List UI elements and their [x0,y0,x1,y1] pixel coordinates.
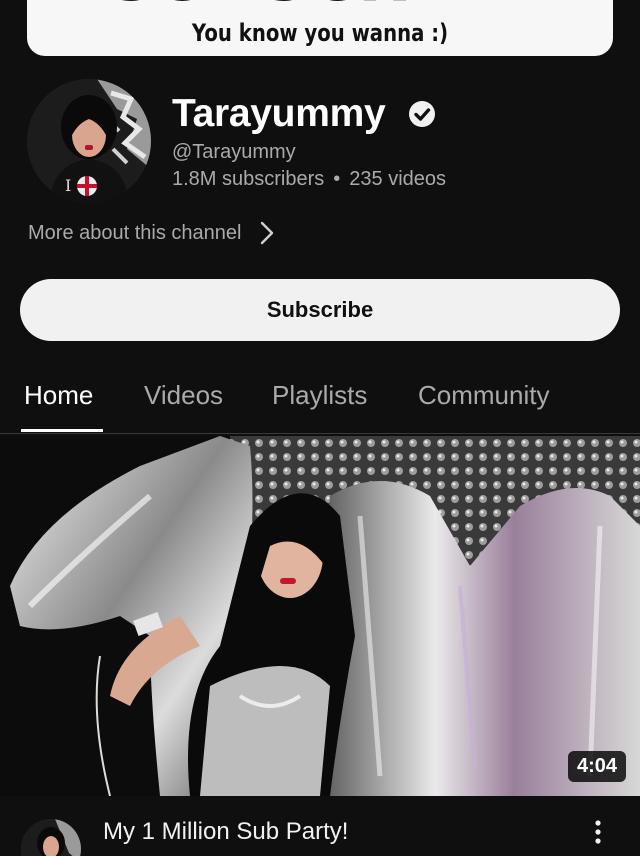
subscriber-count: 1.8M subscribers [172,168,325,190]
channel-stats: 1.8M subscribers • 235 videos [172,168,446,191]
video-channel-avatar[interactable] [21,819,81,856]
separator-dot: • [333,168,341,190]
more-about-channel-link[interactable]: More about this channel [28,220,275,246]
channel-banner[interactable]: SUBSCRIBE You know you wanna :) [27,0,613,56]
banner-subscribe-text: SUBSCRIBE [27,0,613,16]
tab-playlists[interactable]: Playlists [272,380,367,411]
channel-tabs: Home Videos Playlists Community [0,364,640,434]
video-count: 235 videos [349,168,447,190]
avatar-image: I [27,79,151,203]
channel-handle: @Tarayummy [172,141,296,163]
featured-video-info[interactable]: My 1 Million Sub Party! [0,796,640,856]
svg-text:I: I [65,176,71,195]
thumbnail-image [0,436,640,796]
more-about-label: More about this channel [28,221,242,244]
verified-check-icon [409,101,435,127]
channel-name: Tarayummy [172,92,386,135]
active-tab-indicator [21,429,103,432]
tab-home[interactable]: Home [24,380,93,411]
tab-community[interactable]: Community [418,380,549,411]
small-avatar-image [21,819,81,856]
featured-video-thumbnail[interactable]: 4:04 [0,436,640,796]
tab-videos[interactable]: Videos [144,380,223,411]
video-duration-badge: 4:04 [567,751,626,782]
chevron-right-icon [261,221,274,245]
more-vertical-icon[interactable] [592,818,604,848]
video-title[interactable]: My 1 Million Sub Party! [103,818,348,846]
banner-tagline: You know you wanna :) [191,19,449,47]
subscribe-button[interactable]: Subscribe [20,279,620,341]
channel-avatar[interactable]: I [27,79,151,203]
